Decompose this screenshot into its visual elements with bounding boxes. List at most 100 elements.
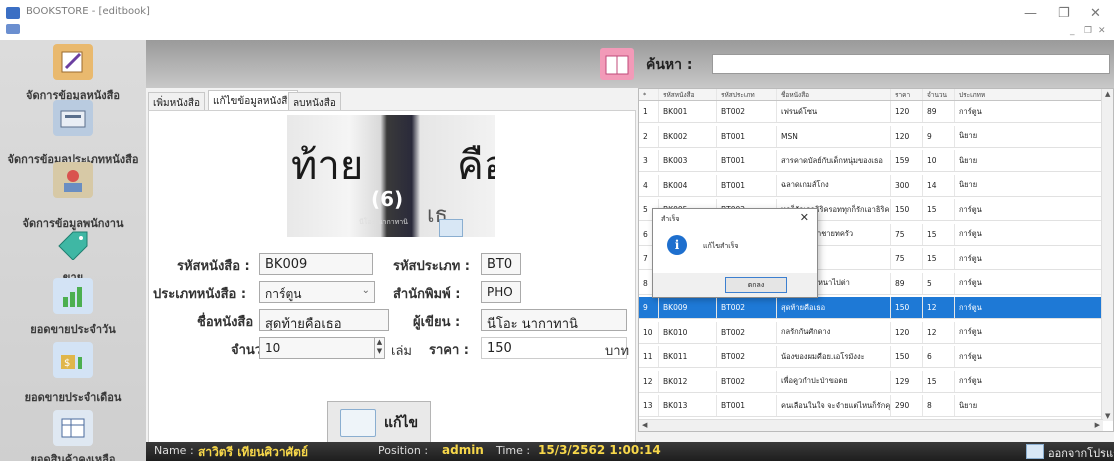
window-title: BOOKSTORE - [editbook] bbox=[26, 6, 150, 17]
chevron-down-icon: ⌄ bbox=[361, 285, 370, 296]
grid-cell-name: เพื่อคูวกำปะป่าขอดย bbox=[777, 370, 891, 392]
message-box-title: สำเร็จ bbox=[661, 215, 680, 223]
table-row[interactable]: 10 BK010 BT002 กลรักกันศักดาง 120 12 การ์ตูน bbox=[639, 321, 1103, 344]
grid-cell-price: 150 bbox=[891, 297, 923, 318]
scroll-right-icon[interactable]: ▶ bbox=[1095, 421, 1100, 429]
grid-column-header[interactable]: รหัสหนังสือ bbox=[659, 89, 717, 100]
grid-cell-category: การ์ตูน bbox=[955, 199, 1103, 220]
publisher-label: สำนักพิมพ์ : bbox=[393, 287, 461, 302]
book-name-field[interactable]: สุดท้ายคือเธอ bbox=[259, 309, 389, 331]
grid-cell-book-id: BK001 bbox=[659, 101, 717, 122]
grid-column-header[interactable]: * bbox=[639, 89, 659, 100]
grid-column-header[interactable]: ราคา bbox=[891, 89, 923, 100]
sidebar-item-book-types[interactable]: จัดการข้อมูลประเภทหนังสือ bbox=[0, 98, 146, 166]
table-row[interactable]: 12 BK012 BT002 เพื่อคูวกำปะป่าขอดย 129 15 การ์… bbox=[639, 370, 1103, 393]
table-row[interactable]: 2 BK002 BT001 MSN 120 9 นิยาย bbox=[639, 125, 1103, 148]
table-row[interactable]: 9 BK009 BT002 สุดท้ายคือเธอ 150 12 การ์ตูน bbox=[639, 297, 1103, 319]
scroll-up-icon[interactable]: ▲ bbox=[1105, 90, 1110, 98]
grid-cell-category: การ์ตูน bbox=[955, 248, 1103, 269]
grid-cell-category: การ์ตูน bbox=[955, 101, 1103, 122]
grid-column-header[interactable]: ชื่อหนังสือ bbox=[777, 89, 891, 100]
info-icon: i bbox=[667, 235, 687, 255]
grid-cell-type-id: BT002 bbox=[717, 370, 777, 392]
grid-cell-type-id: BT001 bbox=[717, 174, 777, 196]
sidebar-item-daily-sales[interactable]: ยอดขายประจำวัน bbox=[0, 276, 146, 338]
table-row[interactable]: 3 BK003 BT001 สารคาดบัลย์กับเด็กหนุ่มของเธอ… bbox=[639, 150, 1103, 172]
grid-column-header[interactable]: ประเภทห bbox=[955, 89, 1103, 100]
grid-cell-index: 3 bbox=[639, 150, 659, 171]
horizontal-scrollbar[interactable]: ◀ ▶ bbox=[639, 419, 1103, 431]
browse-image-button[interactable] bbox=[439, 219, 463, 237]
grid-cell-book-id: BK010 bbox=[659, 321, 717, 343]
inbox-icon bbox=[53, 100, 93, 136]
grid-header-row[interactable]: * รหัสหนังสือ รหัสประเภท ชื่อหนังสือ ราคา จำน… bbox=[639, 89, 1103, 101]
exit-icon[interactable] bbox=[1026, 444, 1044, 459]
sidebar-item-label: ยอดสินค้าคงเหลือ bbox=[30, 453, 116, 461]
grid-cell-name: สารคาดบัลย์กับเด็กหนุ่มของเธอ bbox=[777, 150, 891, 171]
mdi-restore-button[interactable]: ❐ bbox=[1084, 26, 1092, 36]
grid-cell-type-id: BT002 bbox=[717, 346, 777, 367]
grid-cell-price: 159 bbox=[891, 150, 923, 171]
edit-button[interactable]: แก้ไข bbox=[327, 401, 431, 445]
svg-text:$: $ bbox=[64, 358, 70, 369]
table-row[interactable]: 13 BK013 BT001 คนเลือนในใจ จะจำยแต่ไหนก็รัก… bbox=[639, 395, 1103, 417]
grid-cell-qty: 5 bbox=[923, 272, 955, 294]
grid-cell-qty: 6 bbox=[923, 346, 955, 367]
table-row[interactable]: 4 BK004 BT001 ฉลาดเกมส์โกง 300 14 นิยาย bbox=[639, 174, 1103, 197]
money-chart-icon: $ bbox=[53, 342, 93, 378]
maximize-button[interactable]: ❐ bbox=[1058, 6, 1070, 21]
tab-edit-book[interactable]: แก้ไขข้อมูลหนังสือ bbox=[208, 90, 299, 110]
status-bar: Name : สาวิตรี เทียนศิวาศัตย์ Position :… bbox=[146, 442, 1114, 461]
ok-button[interactable]: ตกลง bbox=[725, 277, 787, 293]
type-id-field[interactable]: BT0 bbox=[481, 253, 521, 275]
exit-button[interactable]: ออกจากโปรแกรม bbox=[1048, 444, 1114, 461]
mdi-close-button[interactable]: ✕ bbox=[1098, 26, 1106, 36]
sidebar-item-books[interactable]: จัดการข้อมูลหนังสือ bbox=[0, 42, 146, 104]
table-row[interactable]: 11 BK011 BT002 น้องของผมคือย.เอโรมังงะ 150 6 ก… bbox=[639, 346, 1103, 368]
app-icon bbox=[6, 7, 20, 19]
price-label: ราคา : bbox=[429, 343, 470, 358]
grid-cell-price: 129 bbox=[891, 370, 923, 392]
sidebar-item-stock[interactable]: ยอดสินค้าคงเหลือ bbox=[0, 408, 146, 461]
spin-arrows-icon[interactable]: ▲ ▼ bbox=[374, 338, 384, 358]
author-field[interactable]: นีโอะ นากาทานิ bbox=[481, 309, 627, 331]
book-id-label: รหัสหนังสือ : bbox=[177, 259, 250, 274]
grid-cell-price: 75 bbox=[891, 223, 923, 245]
category-select[interactable]: การ์ตูน ⌄ bbox=[259, 281, 375, 303]
minimize-button[interactable]: — bbox=[1024, 6, 1037, 21]
grid-cell-qty: 15 bbox=[923, 223, 955, 245]
grid-cell-qty: 12 bbox=[923, 321, 955, 343]
qty-unit: เล่ม bbox=[391, 344, 412, 359]
scroll-down-icon[interactable]: ▼ bbox=[1105, 412, 1110, 420]
grid-column-header[interactable]: จำนวน bbox=[923, 89, 955, 100]
tab-add-book[interactable]: เพิ่มหนังสือ bbox=[148, 92, 206, 110]
tab-delete-book[interactable]: ลบหนังสือ bbox=[288, 92, 341, 110]
publisher-field[interactable]: PHO bbox=[481, 281, 521, 303]
book-id-field[interactable]: BK009 bbox=[259, 253, 373, 275]
grid-cell-book-id: BK009 bbox=[659, 297, 717, 318]
grid-cell-qty: 15 bbox=[923, 370, 955, 392]
grid-cell-index: 1 bbox=[639, 101, 659, 122]
vertical-scrollbar[interactable]: ▲ ▼ bbox=[1101, 89, 1113, 421]
close-icon[interactable]: ✕ bbox=[800, 211, 809, 224]
cover-title-right: คือ bbox=[457, 143, 495, 189]
mdi-minimize-button[interactable]: _ bbox=[1070, 26, 1075, 36]
sidebar-item-employees[interactable]: จัดการข้อมูลพนักงาน bbox=[0, 160, 146, 230]
grid-cell-index: 12 bbox=[639, 370, 659, 392]
employee-icon bbox=[53, 162, 93, 198]
app-window: BOOKSTORE - [editbook] — ❐ ✕ _ ❐ ✕ จัดกา… bbox=[0, 0, 1114, 461]
close-button[interactable]: ✕ bbox=[1090, 6, 1101, 21]
status-name-label: Name : bbox=[154, 444, 194, 457]
grid-cell-price: 120 bbox=[891, 101, 923, 122]
grid-cell-book-id: BK002 bbox=[659, 125, 717, 147]
grid-cell-name: MSN bbox=[777, 125, 891, 147]
scroll-left-icon[interactable]: ◀ bbox=[642, 421, 647, 429]
grid-cell-qty: 9 bbox=[923, 125, 955, 147]
qty-stepper[interactable]: 10 ▲ ▼ bbox=[259, 337, 385, 359]
search-input[interactable] bbox=[712, 54, 1110, 74]
table-row[interactable]: 1 BK001 BT002 เฟรนด์โซน 120 89 การ์ตูน bbox=[639, 101, 1103, 123]
mdi-child-icon bbox=[6, 24, 20, 34]
sidebar-item-monthly-sales[interactable]: $ ยอดขายประจำเดือน bbox=[0, 340, 146, 404]
grid-column-header[interactable]: รหัสประเภท bbox=[717, 89, 777, 100]
grid-cell-index: 4 bbox=[639, 174, 659, 196]
